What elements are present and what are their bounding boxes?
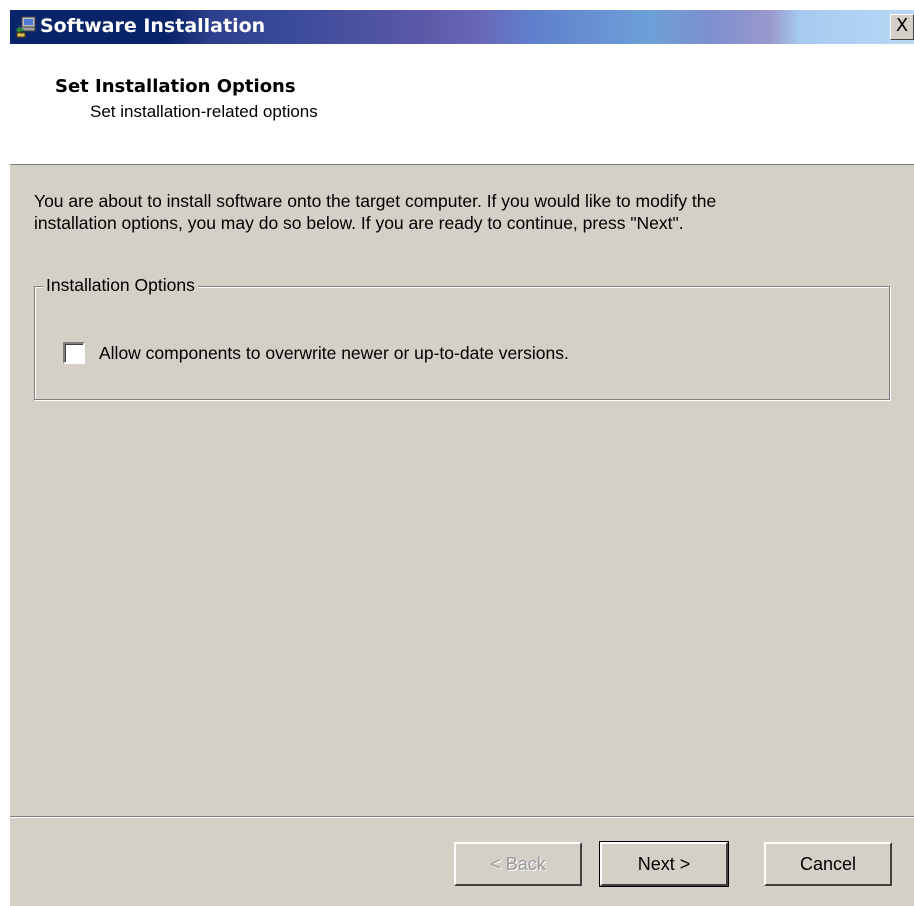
cancel-button[interactable]: Cancel <box>764 842 892 886</box>
installation-options-group: Installation Options Allow components to… <box>34 275 890 400</box>
close-button[interactable]: X <box>890 14 914 40</box>
cancel-button-label: Cancel <box>799 853 857 874</box>
next-button[interactable]: Next > <box>599 841 729 887</box>
close-icon: X <box>895 15 909 36</box>
software-install-icon <box>14 16 36 38</box>
intro-text: You are about to install software onto t… <box>34 190 894 234</box>
title-bar[interactable]: Software Installation X <box>10 10 914 44</box>
page-subtitle: Set installation-related options <box>90 102 318 121</box>
overwrite-checkbox-label[interactable]: Allow components to overwrite newer or u… <box>99 343 569 364</box>
overwrite-checkbox[interactable] <box>63 342 85 364</box>
footer-divider <box>10 816 914 817</box>
page-title: Set Installation Options <box>55 76 296 97</box>
header-panel: Set Installation Options Set installatio… <box>10 44 914 165</box>
window-title: Software Installation <box>40 15 266 37</box>
next-button-label: Next > <box>637 853 691 874</box>
installation-dialog: Software Installation X Set Installation… <box>8 8 914 906</box>
intro-line-1: You are about to install software onto t… <box>34 191 717 211</box>
overwrite-option[interactable]: Allow components to overwrite newer or u… <box>63 341 569 365</box>
group-label: Installation Options <box>43 275 198 296</box>
back-button[interactable]: < Back <box>454 842 582 886</box>
back-button-label: < Back <box>490 853 546 874</box>
intro-line-2: installation options, you may do so belo… <box>34 213 684 233</box>
